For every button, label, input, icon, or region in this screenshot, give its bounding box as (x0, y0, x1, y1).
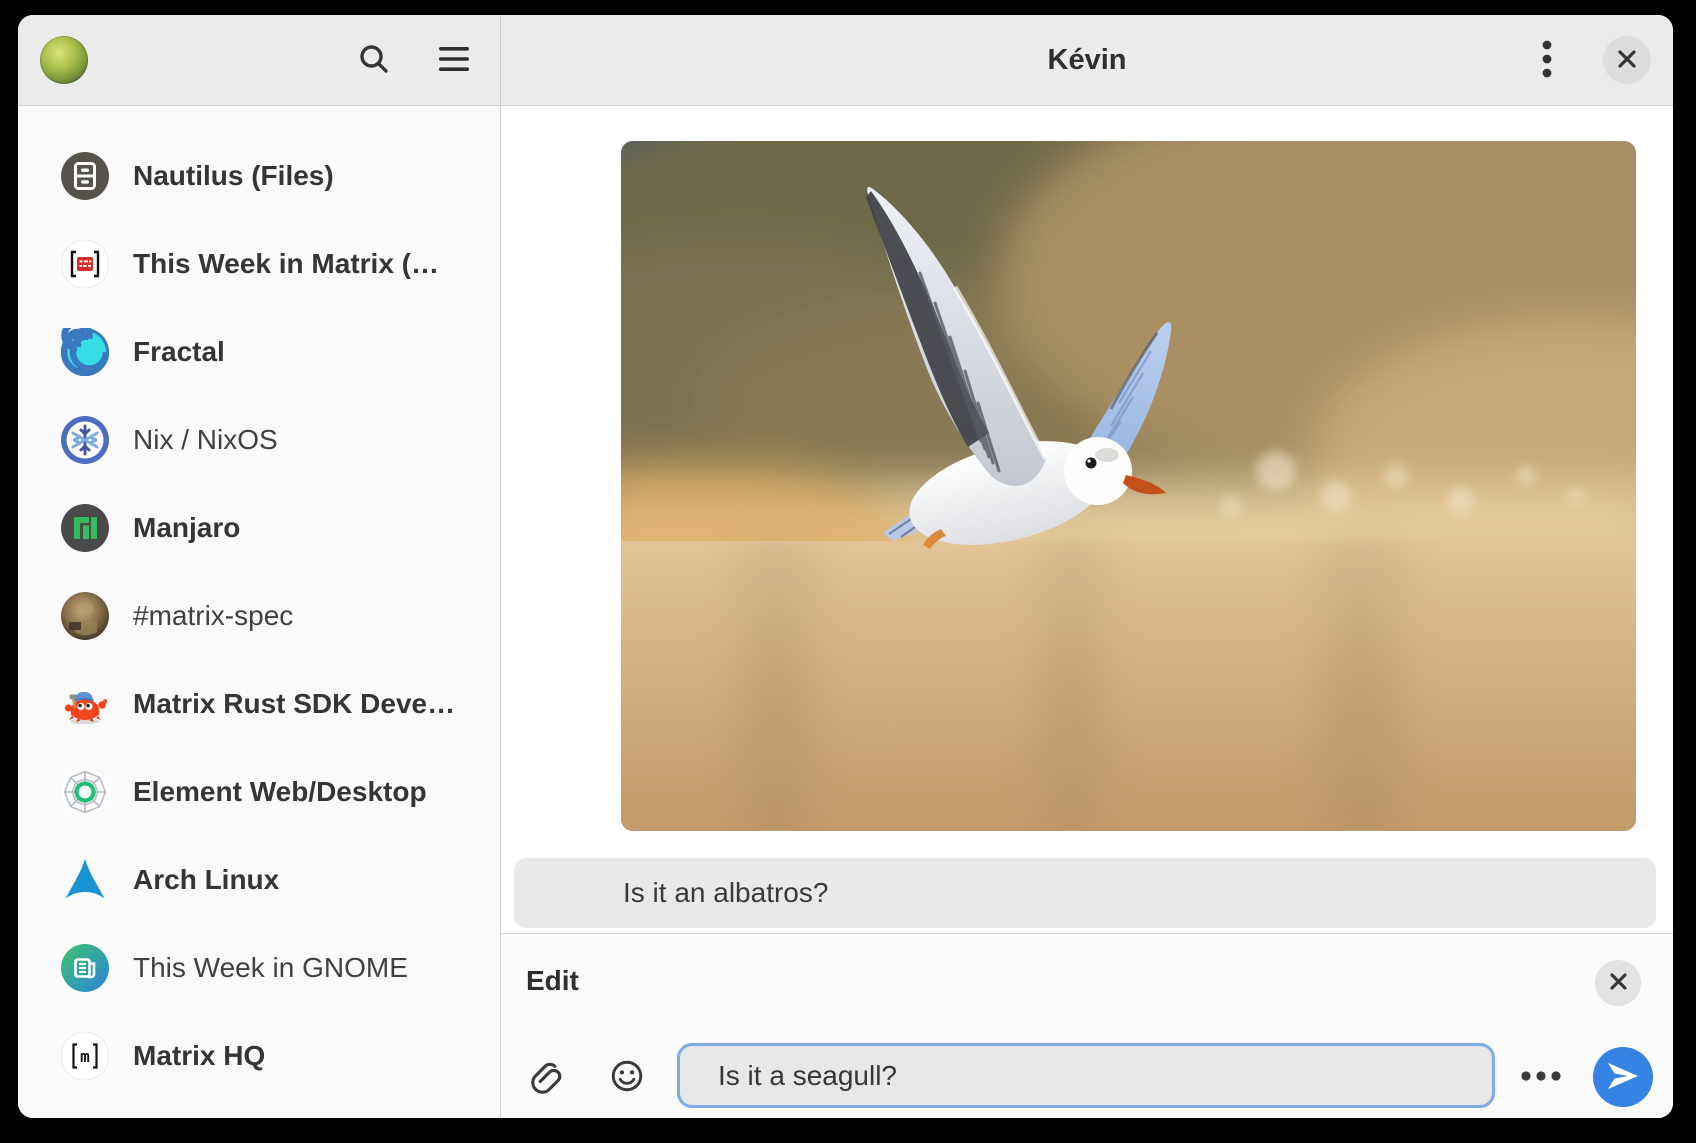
account-avatar[interactable] (40, 36, 88, 84)
search-icon (357, 42, 391, 79)
twim-room-icon (61, 240, 109, 288)
sidebar-item-label: Element Web/Desktop (133, 776, 427, 808)
screenshot-root: { "titlebar": { "title": "Kévin" }, "sid… (0, 0, 1696, 1143)
close-icon (1609, 972, 1628, 994)
close-icon (1617, 49, 1637, 72)
sidebar-item-arch-linux[interactable]: Arch Linux (18, 836, 500, 924)
chat-title: Kévin (1048, 44, 1127, 77)
sidebar-item-label: Matrix Rust SDK Deve… (133, 688, 455, 720)
composer-area: Edit (501, 933, 1673, 1118)
fractal-app-window: Kévin (18, 15, 1673, 1118)
kebab-menu-icon (1542, 40, 1552, 81)
message-photo-seagull[interactable] (621, 141, 1636, 831)
smiley-icon (605, 1054, 649, 1101)
matrix-spec-avatar (61, 592, 109, 640)
sidebar-item-label: Nautilus (Files) (133, 160, 334, 192)
search-button[interactable] (350, 36, 398, 84)
room-list: Nautilus (Files) This Week in Matrix (… … (18, 106, 501, 1118)
more-options-button[interactable] (1517, 1053, 1565, 1101)
message-history: Is it an albatros? (501, 106, 1673, 933)
message-text: Is it an albatros? (623, 877, 828, 909)
sidebar-item-label: This Week in GNOME (133, 952, 408, 984)
element-room-icon (61, 768, 109, 816)
sidebar-item-label: Nix / NixOS (133, 424, 278, 456)
sidebar-item-element-web-desktop[interactable]: Element Web/Desktop (18, 748, 500, 836)
message-bubble[interactable]: Is it an albatros? (514, 858, 1656, 928)
ellipsis-icon (1520, 1070, 1562, 1085)
fractal-room-icon (61, 328, 109, 376)
sidebar-item-this-week-in-gnome[interactable]: This Week in GNOME (18, 924, 500, 1012)
sidebar-header (18, 15, 501, 105)
attach-file-button[interactable] (523, 1053, 571, 1101)
sidebar-item-label: Matrix HQ (133, 1040, 265, 1072)
arch-room-icon (61, 856, 109, 904)
sidebar-item-label: Arch Linux (133, 864, 279, 896)
twig-room-icon (61, 944, 109, 992)
manjaro-room-icon (61, 504, 109, 552)
room-menu-button[interactable] (1523, 36, 1571, 84)
chat-header: Kévin (501, 15, 1673, 105)
sidebar-item-nautilus-files[interactable]: Nautilus (Files) (18, 132, 500, 220)
sidebar-item-matrix-hq[interactable]: m Matrix HQ (18, 1012, 500, 1100)
sidebar-item-label: #matrix-spec (133, 600, 293, 632)
sidebar-item-fractal[interactable]: Fractal (18, 308, 500, 396)
emoji-button[interactable] (603, 1053, 651, 1101)
sidebar-item-manjaro[interactable]: Manjaro (18, 484, 500, 572)
paperclip-icon (525, 1054, 569, 1101)
sidebar-item-matrix-rust-sdk-deve[interactable]: Matrix Rust SDK Deve… (18, 660, 500, 748)
sidebar-item-label: Fractal (133, 336, 225, 368)
window-close-button[interactable] (1603, 36, 1651, 84)
main-menu-button[interactable] (430, 36, 478, 84)
rust-sdk-room-icon (61, 680, 109, 728)
send-paper-plane-icon (1606, 1061, 1640, 1094)
sidebar-item-this-week-in-matrix[interactable]: This Week in Matrix (… (18, 220, 500, 308)
send-button[interactable] (1593, 1047, 1653, 1107)
app-body: Nautilus (Files) This Week in Matrix (… … (18, 106, 1673, 1118)
sidebar-item-nix-nixos[interactable]: Nix / NixOS (18, 396, 500, 484)
message-input[interactable] (677, 1043, 1495, 1108)
svg-text:m: m (80, 1047, 90, 1066)
sidebar-item-matrix-spec[interactable]: #matrix-spec (18, 572, 500, 660)
sidebar-item-label: Manjaro (133, 512, 240, 544)
hamburger-menu-icon (438, 45, 470, 76)
titlebar: Kévin (18, 15, 1673, 106)
edit-mode-label: Edit (526, 965, 579, 997)
chat-panel: Is it an albatros? Edit (501, 106, 1673, 1118)
nix-room-icon (61, 416, 109, 464)
edit-cancel-button[interactable] (1595, 960, 1641, 1006)
sidebar-item-label: This Week in Matrix (… (133, 248, 439, 280)
nautilus-room-icon (61, 152, 109, 200)
matrix-hq-room-icon: m (61, 1032, 109, 1080)
